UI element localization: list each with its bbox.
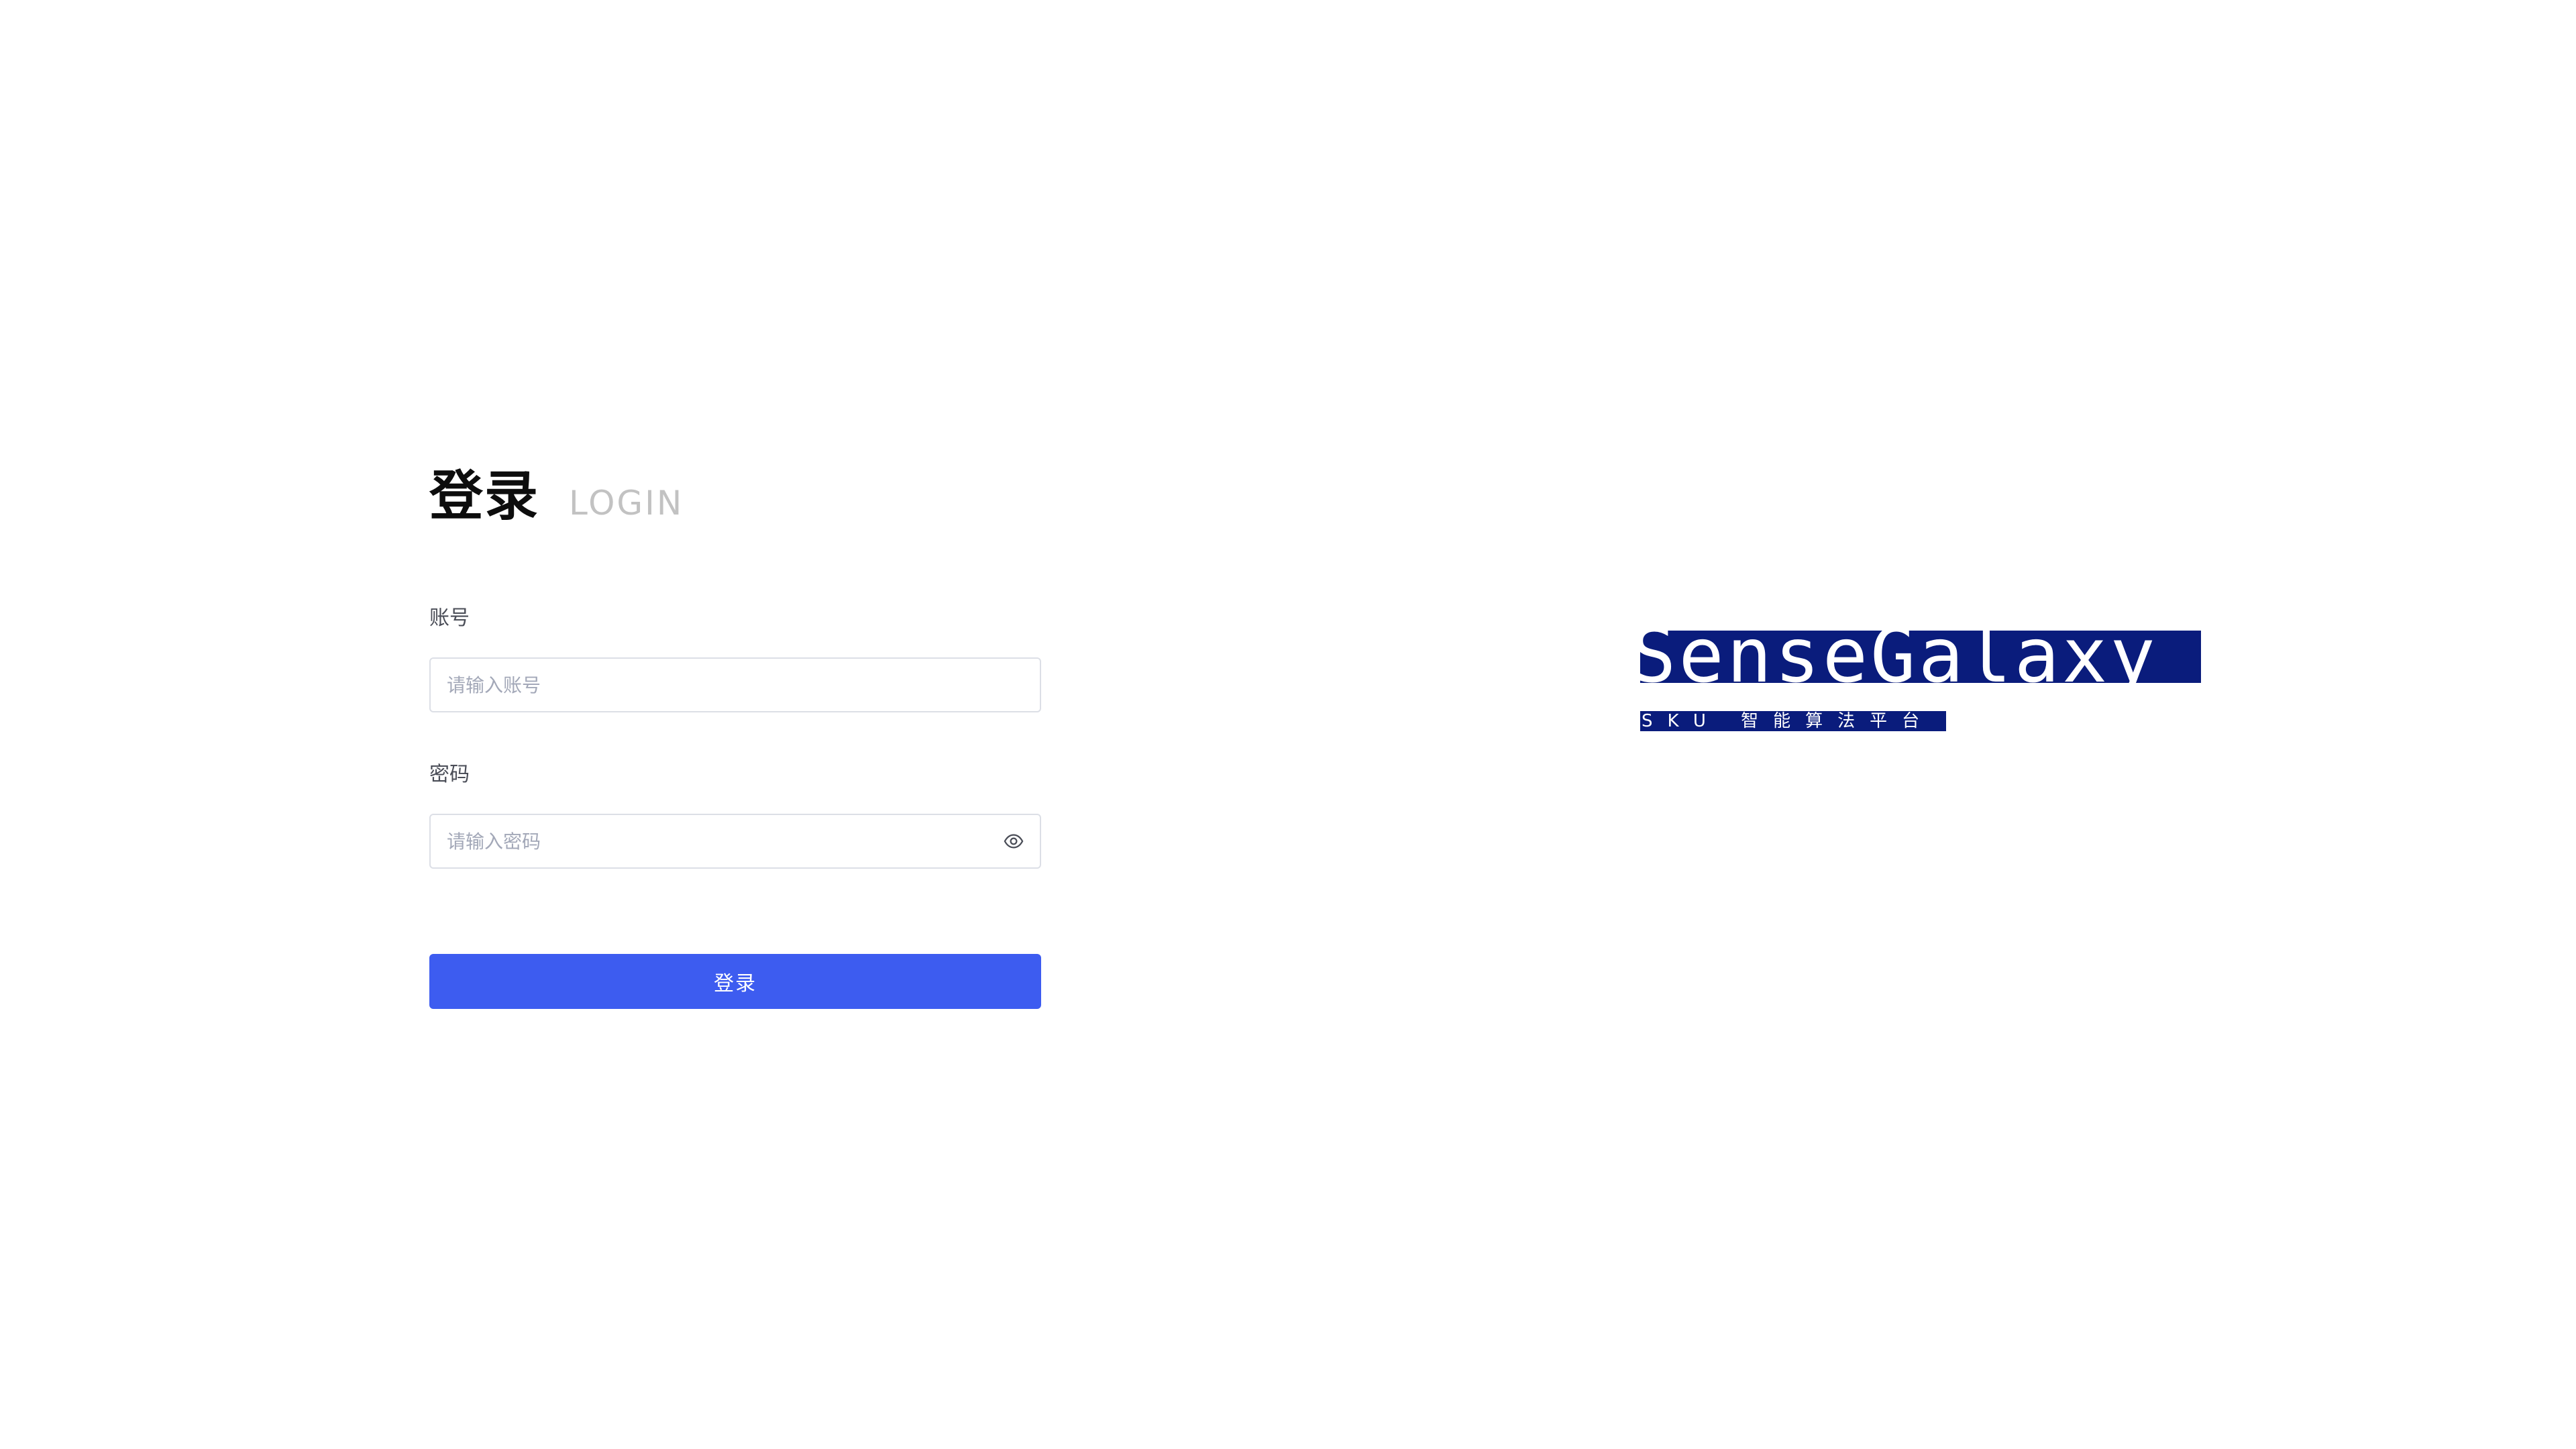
account-field[interactable] [429, 657, 1041, 712]
password-input[interactable] [431, 815, 1002, 867]
eye-icon[interactable] [1002, 830, 1025, 853]
logo-tagline-band: SKU 智能算法平台 [1640, 711, 1946, 731]
page-subtitle-en: LOGIN [569, 484, 684, 523]
login-title-row: 登录 LOGIN [429, 456, 1041, 537]
logo-tagline: SKU 智能算法平台 [1642, 711, 1935, 731]
account-input[interactable] [431, 659, 1040, 711]
logo-wordmark: SenseGalaxy [1640, 631, 2158, 683]
login-form: 登录 LOGIN 账号 密码 登录 [429, 456, 1041, 1009]
brand-logo: SenseGalaxy SKU 智能算法平台 [1640, 631, 2204, 735]
logo-wordmark-band: SenseGalaxy [1640, 631, 2201, 683]
password-field[interactable] [429, 814, 1041, 869]
account-label: 账号 [429, 606, 470, 630]
password-label: 密码 [429, 763, 470, 786]
login-button[interactable]: 登录 [429, 954, 1041, 1009]
page-title: 登录 [429, 465, 539, 527]
